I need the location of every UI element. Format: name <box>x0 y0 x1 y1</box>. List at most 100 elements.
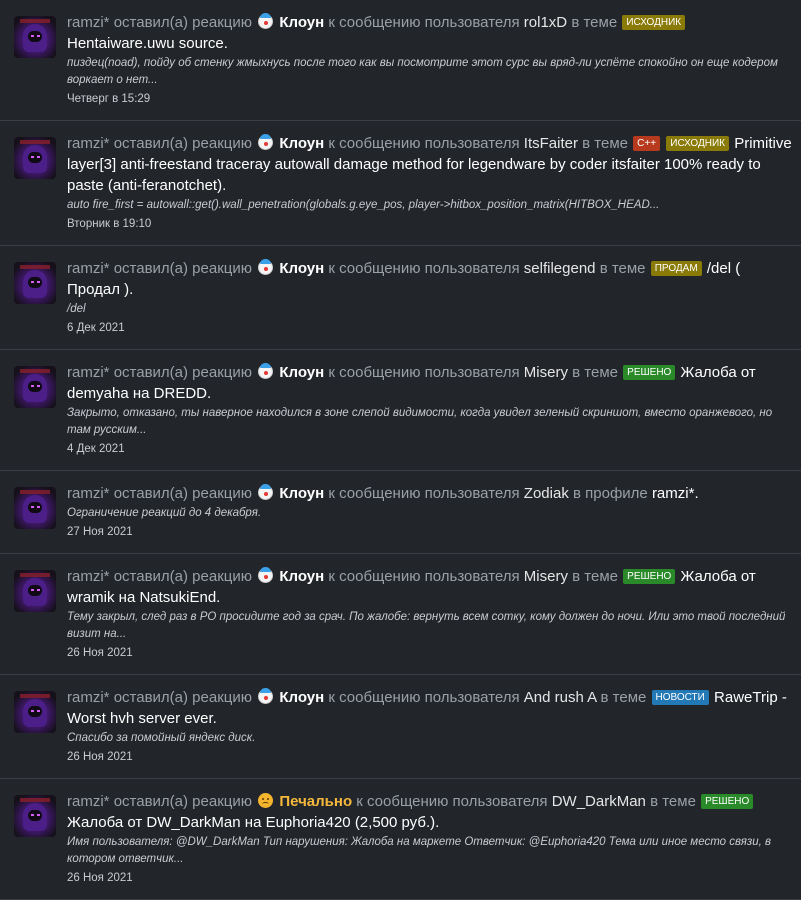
reaction-item: ramzi* оставил(а) реакцию Клоун к сообще… <box>0 471 801 554</box>
reaction-name: Клоун <box>279 14 325 31</box>
poster-link[interactable]: rol1xD <box>524 14 567 31</box>
reaction-name: Клоун <box>279 364 325 381</box>
location-text: в теме <box>572 568 618 585</box>
timestamp[interactable]: 26 Ноя 2021 <box>67 871 793 899</box>
message-ref-text: к сообщению пользователя <box>328 568 520 585</box>
reaction-summary: ramzi* оставил(а) реакцию Клоун к сообще… <box>67 362 793 404</box>
timestamp[interactable]: 4 Дек 2021 <box>67 442 793 470</box>
action-text: оставил(а) реакцию <box>113 135 252 152</box>
timestamp[interactable]: 26 Ноя 2021 <box>67 750 793 778</box>
reaction-name: Клоун <box>279 689 325 706</box>
clown-face-icon <box>258 688 274 704</box>
prefix-badge[interactable]: Продам <box>650 261 702 276</box>
reaction-summary: ramzi* оставил(а) реакцию Клоун к сообще… <box>67 687 793 729</box>
message-snippet: /del <box>67 303 86 315</box>
action-text: оставил(а) реакцию <box>113 485 252 502</box>
user-link[interactable]: ramzi* <box>67 689 110 706</box>
prefix-badge[interactable]: Решено <box>701 794 754 809</box>
message-snippet: auto fire_first = autowall::get().wall_p… <box>67 199 660 211</box>
clown-face-icon <box>258 363 274 379</box>
reaction-summary: ramzi* оставил(а) реакцию Клоун к сообще… <box>67 12 793 54</box>
thread-title-link[interactable]: ramzi*. <box>652 485 699 502</box>
prefix-badges: Решено <box>622 568 680 585</box>
user-link[interactable]: ramzi* <box>67 793 110 810</box>
reaction-summary: ramzi* оставил(а) реакцию Клоун к сообще… <box>67 483 793 504</box>
action-text: оставил(а) реакцию <box>113 568 252 585</box>
avatar[interactable] <box>14 691 56 733</box>
avatar[interactable] <box>14 795 56 837</box>
avatar[interactable] <box>14 570 56 612</box>
prefix-badges: Решено <box>700 793 754 810</box>
message-ref-text: к сообщению пользователя <box>328 14 520 31</box>
location-text: в теме <box>571 14 618 31</box>
poster-link[interactable]: DW_DarkMan <box>552 793 646 810</box>
location-text: в теме <box>599 260 646 277</box>
message-snippet: Тему закрыл, след раз в РО просидите год… <box>67 611 786 640</box>
timestamp[interactable]: Вторник в 19:10 <box>67 217 793 245</box>
poster-link[interactable]: Zodiak <box>524 485 569 502</box>
reaction-item: ramzi* оставил(а) реакцию Клоун к сообще… <box>0 675 801 779</box>
prefix-badge[interactable]: C++ <box>633 136 661 151</box>
action-text: оставил(а) реакцию <box>113 689 252 706</box>
message-ref-text: к сообщению пользователя <box>328 260 520 277</box>
poster-link[interactable]: ItsFaiter <box>524 135 578 152</box>
location-text: в профиле <box>573 485 648 502</box>
location-text: в теме <box>600 689 647 706</box>
avatar[interactable] <box>14 487 56 529</box>
message-ref-text: к сообщению пользователя <box>328 135 520 152</box>
user-link[interactable]: ramzi* <box>67 485 110 502</box>
thread-title-link[interactable]: Жалоба от DW_DarkMan на Euphoria420 (2,5… <box>67 814 439 831</box>
clown-face-icon <box>258 259 274 275</box>
message-snippet: Имя пользователя: @DW_DarkMan Тип наруше… <box>67 836 772 865</box>
reaction-name: Клоун <box>279 135 325 152</box>
poster-link[interactable]: Misery <box>524 364 568 381</box>
user-link[interactable]: ramzi* <box>67 568 110 585</box>
location-text: в теме <box>650 793 696 810</box>
message-snippet: Ограничение реакций до 4 декабря. <box>67 507 262 519</box>
timestamp[interactable]: 27 Ноя 2021 <box>67 525 793 553</box>
location-text: в теме <box>582 135 628 152</box>
timestamp[interactable]: Четверг в 15:29 <box>67 92 793 120</box>
user-link[interactable]: ramzi* <box>67 364 110 381</box>
message-ref-text: к сообщению пользователя <box>328 364 520 381</box>
avatar[interactable] <box>14 16 56 58</box>
clown-face-icon <box>258 484 274 500</box>
user-link[interactable]: ramzi* <box>67 135 110 152</box>
message-ref-text: к сообщению пользователя <box>328 689 520 706</box>
thread-title-link[interactable]: Hentaiware.uwu source. <box>67 35 228 52</box>
prefix-badge[interactable]: Решено <box>623 569 676 584</box>
reaction-item: ramzi* оставил(а) реакцию Клоун к сообще… <box>0 246 801 350</box>
message-snippet: пиздец(noad), пойду об стенку жмыхнусь п… <box>67 57 778 86</box>
poster-link[interactable]: Misery <box>524 568 568 585</box>
prefix-badges: Новости <box>651 689 714 706</box>
reaction-item: ramzi* оставил(а) реакцию Клоун к сообще… <box>0 0 801 121</box>
prefix-badge[interactable]: Исходник <box>666 136 730 151</box>
prefix-badges: Решено <box>622 364 680 381</box>
message-snippet: Закрыто, отказано, ты наверное находился… <box>67 407 773 436</box>
user-link[interactable]: ramzi* <box>67 260 110 277</box>
clown-face-icon <box>258 134 274 150</box>
poster-link[interactable]: selfilegend <box>524 260 596 277</box>
reaction-summary: ramzi* оставил(а) реакцию Клоун к сообще… <box>67 133 793 196</box>
reaction-item: ramzi* оставил(а) реакцию Клоун к сообще… <box>0 121 801 246</box>
user-link[interactable]: ramzi* <box>67 14 110 31</box>
action-text: оставил(а) реакцию <box>113 793 252 810</box>
location-text: в теме <box>572 364 618 381</box>
prefix-badges: C++ Исходник <box>632 135 734 152</box>
prefix-badge[interactable]: Новости <box>651 690 709 705</box>
message-ref-text: к сообщению пользователя <box>356 793 548 810</box>
prefix-badge[interactable]: Исходник <box>622 15 686 30</box>
reaction-item: ramzi* оставил(а) реакцию Клоун к сообще… <box>0 554 801 675</box>
timestamp[interactable]: 6 Дек 2021 <box>67 321 793 349</box>
avatar[interactable] <box>14 366 56 408</box>
reaction-summary: ramzi* оставил(а) реакцию Клоун к сообще… <box>67 258 793 300</box>
avatar[interactable] <box>14 137 56 179</box>
timestamp[interactable]: 26 Ноя 2021 <box>67 646 793 674</box>
message-snippet: Спасибо за помойный яндекс диск. <box>67 732 256 744</box>
prefix-badge[interactable]: Решено <box>623 365 676 380</box>
clown-face-icon <box>258 567 274 583</box>
avatar[interactable] <box>14 262 56 304</box>
poster-link[interactable]: And rush A <box>524 689 597 706</box>
prefix-badges: Продам <box>650 260 707 277</box>
action-text: оставил(а) реакцию <box>113 14 252 31</box>
